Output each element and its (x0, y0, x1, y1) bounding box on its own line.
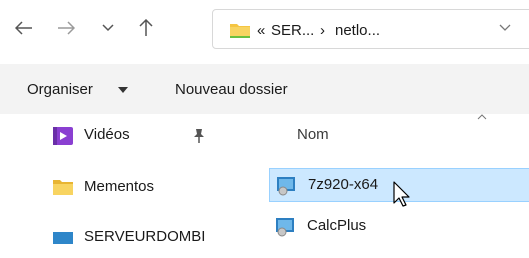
file-label: CalcPlus (307, 217, 367, 234)
videos-folder-icon (53, 127, 73, 145)
forward-button[interactable] (52, 14, 80, 42)
arrow-right-icon (58, 21, 75, 35)
sidebar-item-label: Vidéos (84, 126, 130, 143)
folder-icon (53, 180, 73, 195)
recent-locations-button[interactable] (94, 14, 122, 42)
navigation-bar: « SER... › netlo... (0, 0, 529, 64)
file-list: Nom 7z920-x64 CalcPlus (255, 114, 529, 241)
breadcrumb-item[interactable]: SER... (271, 22, 314, 39)
breadcrumb-separator[interactable]: › (320, 22, 325, 39)
network-drive-icon (53, 232, 73, 244)
arrow-left-icon (15, 21, 32, 35)
installer-file-icon (277, 177, 295, 196)
caret-down-icon[interactable] (118, 87, 128, 93)
command-bar: Organiser Nouveau dossier (0, 64, 529, 114)
chevron-down-icon[interactable] (499, 24, 511, 32)
sort-ascending-icon (477, 114, 487, 120)
column-header-name[interactable]: Nom (297, 126, 329, 143)
new-folder-button[interactable]: Nouveau dossier (175, 81, 288, 98)
sidebar-item-mementos[interactable]: Mementos (0, 168, 255, 208)
breadcrumb-item[interactable]: netlo... (335, 22, 380, 39)
pin-icon[interactable] (192, 128, 206, 144)
back-button[interactable] (10, 14, 38, 42)
sidebar-item-videos[interactable]: Vidéos (0, 116, 255, 156)
sidebar-item-label: Mementos (84, 178, 155, 195)
navigation-pane: Vidéos Mementos SERVEURDOMBI (0, 114, 255, 245)
mouse-cursor-icon (393, 181, 410, 207)
sidebar-item-serveurdombi[interactable]: SERVEURDOMBI (0, 218, 255, 258)
file-label: 7z920-x64 (308, 176, 379, 193)
organise-button[interactable]: Organiser (27, 81, 93, 98)
arrow-up-icon (139, 19, 153, 36)
sidebar-item-label: SERVEURDOMBI (84, 228, 206, 245)
chevron-down-icon (102, 24, 114, 32)
file-row-calcplus[interactable]: CalcPlus (269, 210, 529, 244)
address-bar[interactable]: « SER... › netlo... (212, 9, 529, 49)
folder-icon (230, 24, 250, 38)
up-button[interactable] (132, 14, 160, 42)
installer-file-icon (276, 218, 294, 237)
breadcrumb-overflow[interactable]: « (257, 22, 265, 39)
